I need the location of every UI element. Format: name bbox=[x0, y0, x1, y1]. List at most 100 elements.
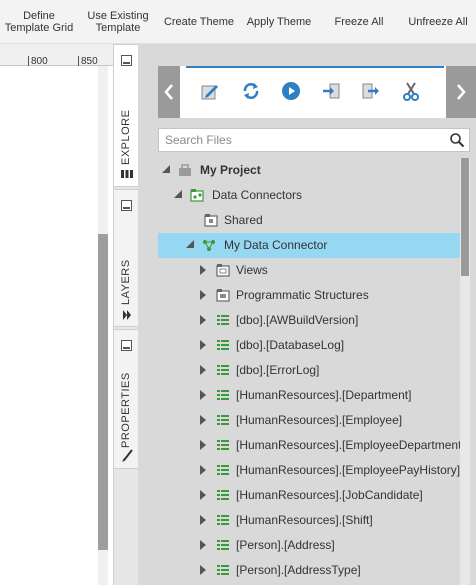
project-icon bbox=[179, 164, 191, 176]
caret-closed-icon[interactable] bbox=[200, 440, 206, 450]
side-tab-strip: EXPLORE LAYERS PROPERTIES bbox=[113, 44, 139, 585]
tree-item-label: Programmatic Structures bbox=[236, 288, 369, 302]
chevron-left-icon bbox=[164, 84, 173, 100]
caret-closed-icon[interactable] bbox=[200, 465, 206, 475]
dashboard-canvas[interactable]: 800 850 bbox=[0, 44, 113, 585]
tab-properties[interactable]: PROPERTIES bbox=[114, 329, 139, 469]
table-icon bbox=[217, 540, 229, 550]
define-template-grid-button[interactable]: Define Template Grid bbox=[0, 0, 78, 44]
play-icon[interactable] bbox=[278, 78, 304, 104]
tree-item-programmatic-structures[interactable]: Programmatic Structures bbox=[158, 283, 460, 308]
tree-item-label: [Person].[Address] bbox=[236, 538, 335, 552]
ruler-tick bbox=[28, 56, 29, 66]
tree-item-table[interactable]: [HumanResources].[Department] bbox=[158, 383, 460, 408]
caret-closed-icon[interactable] bbox=[200, 540, 206, 550]
tree-item-views[interactable]: Views bbox=[158, 258, 460, 283]
tree-item-table[interactable]: [dbo].[DatabaseLog] bbox=[158, 333, 460, 358]
canvas-vertical-scrollbar[interactable] bbox=[98, 66, 108, 585]
structures-folder-icon bbox=[216, 289, 230, 302]
layers-icon bbox=[120, 309, 133, 324]
toolbar-accent-bar bbox=[186, 66, 444, 68]
caret-closed-icon[interactable] bbox=[200, 490, 206, 500]
database-icon bbox=[120, 169, 133, 182]
data-connector-icon bbox=[203, 240, 215, 251]
caret-closed-icon[interactable] bbox=[200, 515, 206, 525]
search-box bbox=[158, 128, 470, 152]
edit-icon[interactable] bbox=[197, 78, 223, 104]
tree-item-label: [HumanResources].[EmployeePayHistory] bbox=[236, 463, 460, 477]
canvas-scrollbar-thumb[interactable] bbox=[98, 234, 108, 550]
tree-item-label: Views bbox=[236, 263, 268, 277]
freeze-all-button[interactable]: Freeze All bbox=[326, 0, 392, 44]
tree-scrollbar-thumb[interactable] bbox=[461, 158, 469, 276]
refresh-icon[interactable] bbox=[238, 78, 264, 104]
caret-closed-icon[interactable] bbox=[200, 265, 206, 275]
tree-item-label: My Data Connector bbox=[224, 238, 328, 252]
caret-closed-icon[interactable] bbox=[200, 565, 206, 575]
caret-closed-icon[interactable] bbox=[200, 415, 206, 425]
tree-item-data-connectors[interactable]: Data Connectors bbox=[158, 183, 460, 208]
create-theme-button[interactable]: Create Theme bbox=[160, 0, 238, 44]
explore-toolbar bbox=[158, 66, 476, 118]
pin-icon[interactable] bbox=[121, 200, 132, 211]
caret-closed-icon[interactable] bbox=[200, 390, 206, 400]
tree-item-table[interactable]: [Person].[Address] bbox=[158, 533, 460, 558]
table-icon bbox=[217, 415, 229, 425]
export-icon[interactable] bbox=[358, 78, 384, 104]
caret-open-icon[interactable] bbox=[186, 240, 194, 248]
cut-icon[interactable] bbox=[398, 78, 424, 104]
table-icon bbox=[217, 440, 229, 450]
import-icon[interactable] bbox=[318, 78, 344, 104]
tree-item-label: My Project bbox=[200, 163, 261, 177]
tree-item-my-data-connector[interactable]: My Data Connector bbox=[158, 233, 460, 258]
search-icon[interactable] bbox=[449, 132, 465, 148]
tree-item-table[interactable]: [Person].[AddressType] bbox=[158, 558, 460, 583]
tree-item-table[interactable]: [HumanResources].[EmployeePayHistory] bbox=[158, 458, 460, 483]
caret-closed-icon[interactable] bbox=[200, 315, 206, 325]
tree-item-table[interactable]: [dbo].[AWBuildVersion] bbox=[158, 308, 460, 333]
shared-folder-icon bbox=[204, 214, 218, 227]
ruler-tick bbox=[78, 56, 79, 66]
pin-icon[interactable] bbox=[121, 55, 132, 66]
tree-item-label: [dbo].[DatabaseLog] bbox=[236, 338, 345, 352]
caret-closed-icon[interactable] bbox=[200, 365, 206, 375]
tree-item-label: [HumanResources].[Department] bbox=[236, 388, 412, 402]
table-icon bbox=[217, 365, 229, 375]
tree-item-shared[interactable]: Shared bbox=[158, 208, 460, 233]
toolbar-scroll-left-button[interactable] bbox=[158, 66, 180, 118]
tree-item-table[interactable]: [HumanResources].[JobCandidate] bbox=[158, 483, 460, 508]
unfreeze-all-button[interactable]: Unfreeze All bbox=[400, 0, 476, 44]
apply-theme-button[interactable]: Apply Theme bbox=[242, 0, 316, 44]
tree-item-label: [dbo].[ErrorLog] bbox=[236, 363, 320, 377]
caret-closed-icon[interactable] bbox=[200, 290, 206, 300]
search-input[interactable] bbox=[159, 129, 439, 151]
tree-item-my-project[interactable]: My Project bbox=[158, 158, 460, 183]
ruler-label-800: 800 bbox=[31, 56, 48, 67]
top-toolbar: Define Template Grid Use Existing Templa… bbox=[0, 0, 476, 44]
table-icon bbox=[217, 490, 229, 500]
tab-explore[interactable]: EXPLORE bbox=[114, 44, 139, 187]
use-existing-template-button[interactable]: Use Existing Template bbox=[80, 0, 156, 44]
tree-item-label: [HumanResources].[JobCandidate] bbox=[236, 488, 423, 502]
caret-closed-icon[interactable] bbox=[200, 340, 206, 350]
pin-icon[interactable] bbox=[121, 340, 132, 351]
data-connectors-folder-icon bbox=[190, 189, 204, 202]
tree-item-table[interactable]: [HumanResources].[Shift] bbox=[158, 508, 460, 533]
table-icon bbox=[217, 315, 229, 325]
file-tree: My Project Data Connectors Shared My Dat… bbox=[158, 158, 460, 585]
tree-item-table[interactable]: [HumanResources].[Employee] bbox=[158, 408, 460, 433]
tree-item-label: [Person].[AddressType] bbox=[236, 563, 361, 577]
tab-layers[interactable]: LAYERS bbox=[114, 189, 139, 327]
tree-item-label: [HumanResources].[Employee] bbox=[236, 413, 403, 427]
table-icon bbox=[217, 390, 229, 400]
tree-item-label: [HumanResources].[EmployeeDepartmentH bbox=[236, 438, 460, 452]
caret-open-icon[interactable] bbox=[162, 165, 170, 173]
tree-item-table[interactable]: [dbo].[ErrorLog] bbox=[158, 358, 460, 383]
table-icon bbox=[217, 465, 229, 475]
caret-open-icon[interactable] bbox=[174, 190, 182, 198]
tree-vertical-scrollbar[interactable] bbox=[460, 158, 470, 585]
tree-item-label: [dbo].[AWBuildVersion] bbox=[236, 313, 359, 327]
tree-item-table[interactable]: [HumanResources].[EmployeeDepartmentH bbox=[158, 433, 460, 458]
tree-item-label: Data Connectors bbox=[212, 188, 303, 202]
toolbar-scroll-right-button[interactable] bbox=[446, 66, 476, 118]
